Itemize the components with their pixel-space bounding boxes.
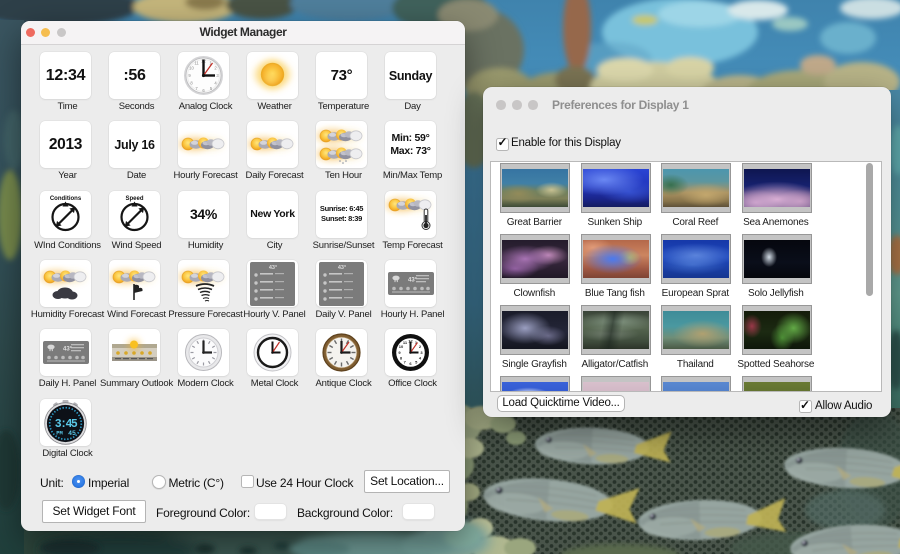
svg-text:Conditions: Conditions <box>50 196 82 202</box>
svg-text:45: 45 <box>68 430 76 437</box>
svg-text:43°: 43° <box>269 265 277 271</box>
svg-text:11: 11 <box>194 61 199 66</box>
svg-text:43°: 43° <box>338 265 346 271</box>
svg-text:10: 10 <box>189 66 194 71</box>
svg-text:PM: PM <box>56 429 63 436</box>
svg-text:Speed: Speed <box>125 196 143 202</box>
